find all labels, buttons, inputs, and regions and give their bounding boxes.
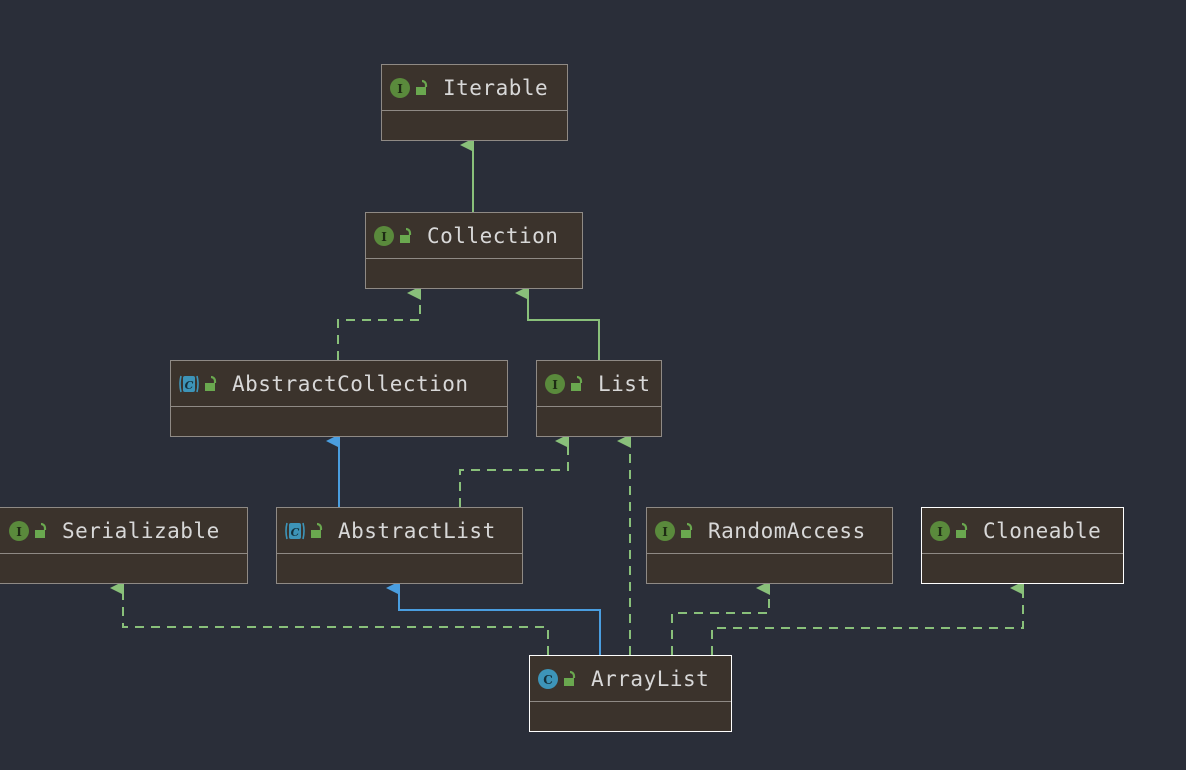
node-label: Collection [427,223,559,248]
svg-text:I: I [16,525,22,539]
node-header: C AbstractCollection [171,361,507,407]
node-header: C ArrayList [530,656,731,702]
unlocked-padlock-icon [951,522,971,540]
unlocked-padlock-icon [411,79,431,97]
node-header: C AbstractList [277,508,522,554]
svg-text:I: I [552,378,558,392]
uml-node-random-access[interactable]: I RandomAccess [646,507,893,584]
uml-node-iterable[interactable]: I Iterable [381,64,568,141]
edge-abstractlist-to-list [459,434,569,507]
node-label: AbstractList [338,518,496,543]
node-members-area [922,554,1123,583]
edge-arraylist-to-serializable [110,581,549,655]
unlocked-padlock-icon [676,522,696,540]
svg-text:C: C [543,673,553,687]
interface-icon: I [929,520,951,542]
edge-arraylist-to-cloneable [711,581,1024,655]
node-members-area [647,554,892,583]
node-members-area [530,702,731,731]
unlocked-padlock-icon [559,670,579,688]
node-header: I Collection [366,213,582,259]
node-header: I Serializable [0,508,247,554]
node-label: List [598,371,651,396]
uml-node-serializable[interactable]: I Serializable [0,507,248,584]
uml-node-cloneable[interactable]: I Cloneable [921,507,1124,584]
node-members-area [537,407,661,436]
node-header: I RandomAccess [647,508,892,554]
node-label: Iterable [443,75,549,100]
uml-node-list[interactable]: I List [536,360,662,437]
node-label: RandomAccess [708,518,866,543]
node-members-area [382,111,567,140]
uml-node-abstract-list[interactable]: C AbstractList [276,507,523,584]
node-header: I Cloneable [922,508,1123,554]
uml-diagram-canvas[interactable]: Iterable (solid green) --> Collection (d… [0,0,1186,770]
class-icon: C [537,668,559,690]
unlocked-padlock-icon [200,375,220,393]
unlocked-padlock-icon [30,522,50,540]
interface-icon: I [8,520,30,542]
svg-text:I: I [381,230,387,244]
node-label: ArrayList [591,666,710,691]
interface-icon: I [389,77,411,99]
svg-text:C: C [185,379,194,392]
uml-node-arraylist[interactable]: C ArrayList [529,655,732,732]
svg-text:I: I [397,82,403,96]
node-label: Serializable [62,518,220,543]
svg-text:I: I [662,525,668,539]
uml-node-collection[interactable]: I Collection [365,212,583,289]
interface-icon: I [544,373,566,395]
interface-icon: I [654,520,676,542]
node-header: I Iterable [382,65,567,111]
node-label: AbstractCollection [232,371,469,396]
unlocked-padlock-icon [306,522,326,540]
node-header: I List [537,361,661,407]
interface-icon: I [373,225,395,247]
node-label: Cloneable [983,518,1102,543]
unlocked-padlock-icon [566,375,586,393]
node-members-area [0,554,247,583]
svg-text:I: I [937,525,943,539]
uml-node-abstract-collection[interactable]: C AbstractCollection [170,360,508,437]
unlocked-padlock-icon [395,227,415,245]
abstract-class-icon: C [178,373,200,395]
edge-arraylist-to-randomaccess [671,581,770,655]
node-members-area [277,554,522,583]
abstract-class-icon: C [284,520,306,542]
node-members-area [171,407,507,436]
edge-list-to-collection [515,286,600,360]
svg-text:C: C [291,526,300,539]
node-members-area [366,259,582,288]
edge-arraylist-to-abstractlist [386,581,601,655]
edge-abstractcollection-to-collection [337,286,421,360]
